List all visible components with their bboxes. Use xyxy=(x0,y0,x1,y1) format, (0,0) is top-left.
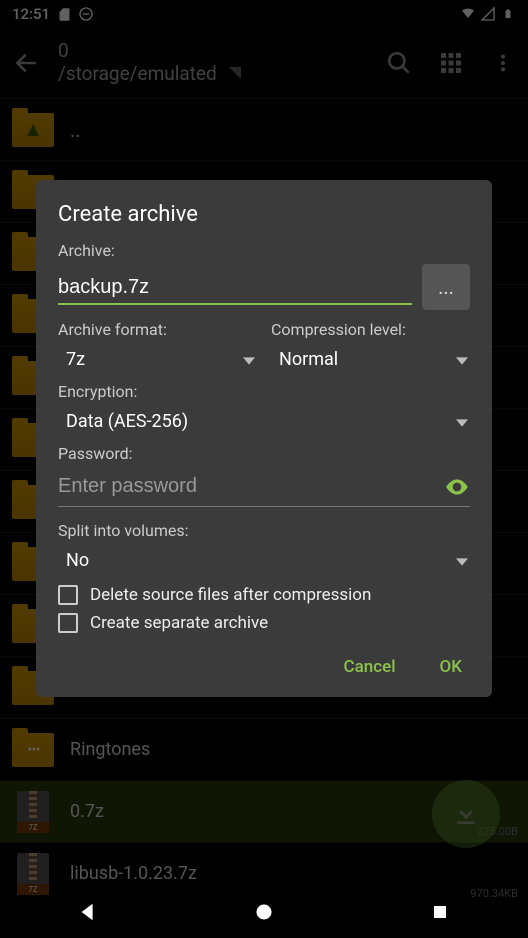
system-nav-bar xyxy=(0,886,528,938)
delete-source-label: Delete source files after compression xyxy=(90,585,371,605)
create-archive-dialog: Create archive Archive: ... Archive form… xyxy=(36,180,492,697)
encryption-label: Encryption: xyxy=(58,382,470,401)
checkbox-icon xyxy=(58,613,78,633)
level-label: Compression level: xyxy=(271,320,470,339)
format-select[interactable]: 7z xyxy=(58,343,257,376)
cancel-button[interactable]: Cancel xyxy=(335,651,403,683)
ok-button[interactable]: OK xyxy=(432,651,470,683)
nav-recent-icon[interactable] xyxy=(427,899,453,925)
checkbox-icon xyxy=(58,585,78,605)
chevron-down-icon xyxy=(243,349,255,370)
split-value: No xyxy=(66,550,89,571)
browse-button[interactable]: ... xyxy=(422,264,470,310)
chevron-down-icon xyxy=(456,349,468,370)
nav-home-icon[interactable] xyxy=(251,899,277,925)
format-value: 7z xyxy=(66,349,85,370)
nav-back-icon[interactable] xyxy=(75,899,101,925)
encryption-select[interactable]: Data (AES-256) xyxy=(58,405,470,438)
separate-archive-checkbox[interactable]: Create separate archive xyxy=(58,613,470,633)
split-select[interactable]: No xyxy=(58,544,470,577)
format-label: Archive format: xyxy=(58,320,257,339)
dialog-title: Create archive xyxy=(58,202,470,227)
password-input[interactable] xyxy=(58,467,444,506)
password-label: Password: xyxy=(58,444,470,463)
delete-source-checkbox[interactable]: Delete source files after compression xyxy=(58,585,470,605)
eye-icon[interactable] xyxy=(444,474,470,500)
separate-archive-label: Create separate archive xyxy=(90,613,268,633)
level-value: Normal xyxy=(279,349,338,370)
archive-name-input[interactable] xyxy=(58,270,412,305)
chevron-down-icon xyxy=(456,411,468,432)
split-label: Split into volumes: xyxy=(58,521,470,540)
level-select[interactable]: Normal xyxy=(271,343,470,376)
chevron-down-icon xyxy=(456,550,468,571)
encryption-value: Data (AES-256) xyxy=(66,411,188,432)
archive-label: Archive: xyxy=(58,241,470,260)
